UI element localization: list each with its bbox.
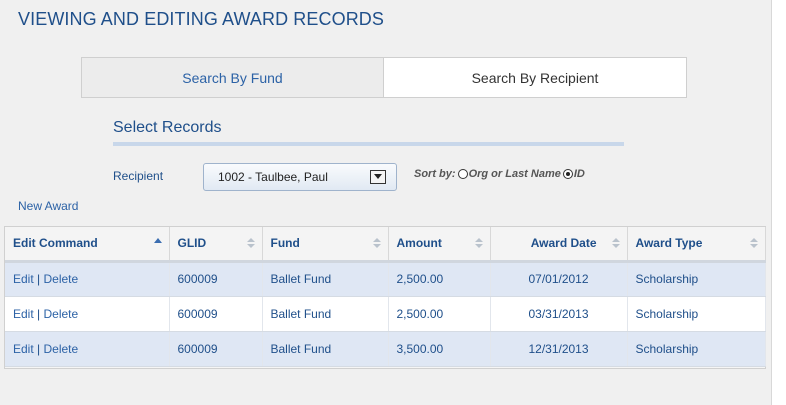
award-type-cell: Scholarship xyxy=(627,261,766,297)
recipient-select-value: 1002 - Taulbee, Paul xyxy=(218,170,328,184)
sort-icon xyxy=(749,238,758,249)
section-title: Select Records xyxy=(113,119,222,136)
edit-link[interactable]: Edit xyxy=(13,307,34,321)
award-date-cell: 03/31/2013 xyxy=(490,296,628,332)
column-header-award-type[interactable]: Award Type xyxy=(627,227,766,263)
column-header-award-date[interactable]: Award Date xyxy=(490,227,628,263)
sort-option-id: ID xyxy=(573,168,585,180)
table-row: Edit | Delete 600009 Ballet Fund 3,500.0… xyxy=(5,331,766,367)
column-header-edit-command[interactable]: Edit Command xyxy=(5,227,170,263)
column-header-amount[interactable]: Amount xyxy=(388,227,491,263)
sort-by-label: Sort by: xyxy=(414,168,456,180)
fund-cell: Ballet Fund xyxy=(262,331,389,367)
column-header-glid[interactable]: GLID xyxy=(169,227,263,263)
recipient-label: Recipient xyxy=(113,169,164,183)
table-row: Edit | Delete 600009 Ballet Fund 2,500.0… xyxy=(5,296,766,332)
amount-cell: 2,500.00 xyxy=(388,296,491,332)
award-type-cell: Scholarship xyxy=(627,331,766,367)
sort-icon xyxy=(372,238,381,249)
page-title: VIEWING AND EDITING AWARD RECORDS xyxy=(18,9,384,29)
delete-link[interactable]: Delete xyxy=(44,342,79,356)
fund-cell: Ballet Fund xyxy=(262,296,389,332)
main-panel: VIEWING AND EDITING AWARD RECORDS Search… xyxy=(0,0,772,405)
edit-command-cell: Edit | Delete xyxy=(5,331,170,367)
sort-option-org-last-name: Org or Last Name xyxy=(468,168,561,180)
awards-table: Edit Command GLID Fund Amount Award Date… xyxy=(5,227,766,367)
award-date-cell: 07/01/2012 xyxy=(490,261,628,297)
sort-radio-id[interactable] xyxy=(562,169,573,179)
link-separator: | xyxy=(37,272,41,286)
tab-search-by-recipient[interactable]: Search By Recipient xyxy=(384,57,687,98)
edit-link[interactable]: Edit xyxy=(13,342,34,356)
edit-command-cell: Edit | Delete xyxy=(5,296,170,332)
glid-cell: 600009 xyxy=(169,331,263,367)
edit-link[interactable]: Edit xyxy=(13,272,34,286)
column-header-fund[interactable]: Fund xyxy=(262,227,389,263)
table-row: Edit | Delete 600009 Ballet Fund 2,500.0… xyxy=(5,261,766,297)
glid-cell: 600009 xyxy=(169,296,263,332)
glid-cell: 600009 xyxy=(169,261,263,297)
edit-command-cell: Edit | Delete xyxy=(5,261,170,297)
awards-grid: Edit Command GLID Fund Amount Award Date… xyxy=(4,226,766,369)
tab-search-by-fund[interactable]: Search By Fund xyxy=(81,57,384,98)
award-date-cell: 12/31/2013 xyxy=(490,331,628,367)
link-separator: | xyxy=(37,341,41,356)
recipient-select[interactable]: 1002 - Taulbee, Paul xyxy=(203,163,397,191)
amount-cell: 3,500.00 xyxy=(388,331,491,367)
new-award-link[interactable]: New Award xyxy=(18,199,78,213)
amount-cell: 2,500.00 xyxy=(388,261,491,297)
sort-icon xyxy=(246,238,255,249)
fund-cell: Ballet Fund xyxy=(262,261,389,297)
search-tabs: Search By Fund Search By Recipient xyxy=(81,57,687,98)
chevron-down-icon[interactable] xyxy=(370,170,386,184)
sort-by-group: Sort by: Org or Last Name ID xyxy=(414,168,585,180)
delete-link[interactable]: Delete xyxy=(44,272,79,286)
sort-radio-org-last-name[interactable] xyxy=(457,169,468,179)
sort-icon xyxy=(474,238,483,249)
sort-ascending-icon xyxy=(153,238,162,244)
link-separator: | xyxy=(37,306,41,321)
sort-icon xyxy=(611,238,620,249)
section-divider xyxy=(113,142,624,146)
delete-link[interactable]: Delete xyxy=(44,307,79,321)
table-header-row: Edit Command GLID Fund Amount Award Date… xyxy=(5,227,766,263)
award-type-cell: Scholarship xyxy=(627,296,766,332)
